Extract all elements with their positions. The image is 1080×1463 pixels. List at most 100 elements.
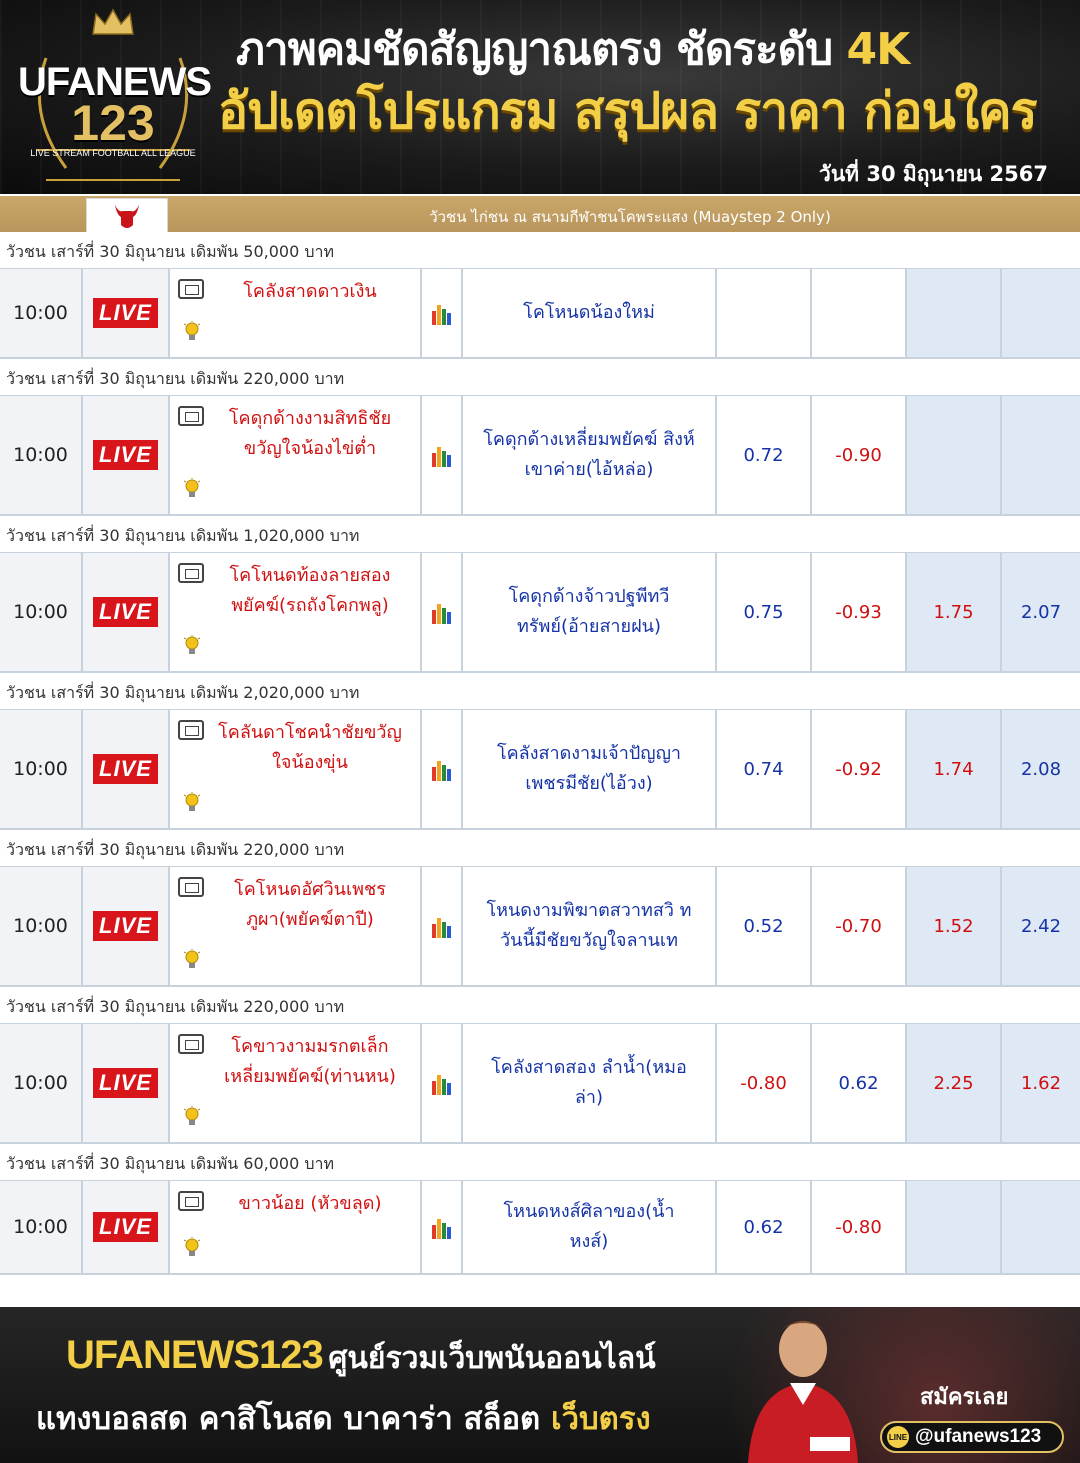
home-team-name[interactable]: โคโหนดท้องลายสอง พยัคฆ์(รถถังโคกพลู) (206, 561, 414, 621)
stats-button[interactable] (422, 553, 463, 671)
live-badge[interactable]: LIVE (93, 597, 158, 627)
live-badge[interactable]: LIVE (93, 754, 158, 784)
home-team-cell: โคโหนดท้องลายสอง พยัคฆ์(รถถังโคกพลู) (170, 553, 422, 671)
odds-cell-4[interactable] (1002, 269, 1080, 357)
odds-cell-2[interactable]: -0.70 (812, 867, 907, 985)
live-button[interactable]: LIVE (83, 1181, 170, 1273)
home-team-name[interactable]: โคขาวงามมรกตเล็ก เหลี่ยมพยัคฆ์(ท่านหน) (206, 1032, 414, 1092)
match-row[interactable]: 10:00 LIVE โคขาวงามมรกตเล็ก เหลี่ยมพยัคฆ์(… (0, 1024, 1080, 1144)
live-badge[interactable]: LIVE (93, 911, 158, 941)
away-team-name[interactable]: โคลังสาดสอง ลำน้ำ(หมอล่า) (463, 1024, 717, 1142)
match-row[interactable]: 10:00 LIVE โคดุกด้างงามสิทธิชัย ขวัญใจน้อง… (0, 396, 1080, 516)
match-time: 10:00 (0, 1024, 83, 1142)
live-badge[interactable]: LIVE (93, 1212, 158, 1242)
signup-button[interactable]: สมัครเลย (920, 1379, 1008, 1414)
home-team-name[interactable]: โคลันดาโชคนำชัยขวัญ ใจน้องขุ่น (206, 718, 414, 778)
live-button[interactable]: LIVE (83, 269, 170, 357)
odds-cell-2[interactable]: 0.62 (812, 1024, 907, 1142)
away-team-name[interactable]: โหนดหงส์ศิลาของ(น้ำ หงส์) (463, 1181, 717, 1273)
stats-button[interactable] (422, 867, 463, 985)
ufanews-logo[interactable]: UFANEWS 123 LIVE STREAM FOOTBALL ALL LEA… (18, 8, 212, 186)
match-time: 10:00 (0, 867, 83, 985)
tv-icon[interactable] (178, 1191, 204, 1211)
stats-button[interactable] (422, 710, 463, 828)
odds-cell-4[interactable]: 2.07 (1002, 553, 1080, 671)
match-time: 10:00 (0, 553, 83, 671)
odds-cell-3[interactable] (907, 396, 1002, 514)
tv-icon[interactable] (178, 720, 204, 740)
odds-cell-4[interactable] (1002, 396, 1080, 514)
match-list: วัวชน เสาร์ที่ 30 มิถุนายน เดิมพัน 50,00… (0, 232, 1080, 1275)
home-team-name[interactable]: โคดุกด้างงามสิทธิชัย ขวัญใจน้องไข่ต่ำ (206, 404, 414, 464)
odds-cell-4[interactable]: 2.42 (1002, 867, 1080, 985)
section-label: วัวชน เสาร์ที่ 30 มิถุนายน เดิมพัน 1,020… (0, 516, 1080, 553)
odds-cell-4[interactable]: 2.08 (1002, 710, 1080, 828)
odds-cell-1[interactable]: 0.72 (717, 396, 812, 514)
away-team-name[interactable]: โคดุกด้างจ้าวปฐพีทวี ทรัพย์(อ้ายสายฝน) (463, 553, 717, 671)
odds-cell-3[interactable]: 1.74 (907, 710, 1002, 828)
away-team-name[interactable]: โคโหนดน้องใหม่ (463, 269, 717, 357)
stats-button[interactable] (422, 396, 463, 514)
lightbulb-icon (183, 321, 201, 340)
odds-cell-1[interactable]: 0.74 (717, 710, 812, 828)
live-button[interactable]: LIVE (83, 710, 170, 828)
odds-cell-4[interactable]: 1.62 (1002, 1024, 1080, 1142)
match-row[interactable]: 10:00 LIVE โคลังสาดดาวเงิน โคโหนดน้องใหม่ (0, 269, 1080, 359)
odds-cell-2[interactable]: -0.93 (812, 553, 907, 671)
bull-head-icon (115, 205, 139, 228)
line-id-button[interactable]: LINE @ufanews123 (880, 1421, 1064, 1453)
line-id-text: @ufanews123 (915, 1426, 1042, 1447)
odds-cell-3[interactable]: 2.25 (907, 1024, 1002, 1142)
league-header: วัวชน ไก่ชน ณ สนามกีฬาชนโคพระแสง (Muayst… (0, 194, 1080, 234)
away-team-name[interactable]: โหนดงามพิฆาตสวาทสวิ ทวันนี้มีชัยขวัญใจลา… (463, 867, 717, 985)
odds-cell-3[interactable]: 1.52 (907, 867, 1002, 985)
stats-button[interactable] (422, 1181, 463, 1273)
odds-cell-1[interactable]: 0.52 (717, 867, 812, 985)
live-button[interactable]: LIVE (83, 867, 170, 985)
tv-icon[interactable] (178, 279, 204, 299)
odds-cell-3[interactable] (907, 269, 1002, 357)
live-button[interactable]: LIVE (83, 396, 170, 514)
odds-cell-1[interactable]: 0.62 (717, 1181, 812, 1273)
match-row[interactable]: 10:00 LIVE ขาวน้อย (หัวขลุด) โหนดหงส์ศิลาขอ… (0, 1181, 1080, 1275)
live-badge[interactable]: LIVE (93, 1068, 158, 1098)
odds-cell-1[interactable]: -0.80 (717, 1024, 812, 1142)
home-team-name[interactable]: โคลังสาดดาวเงิน (206, 277, 414, 307)
bar-chart-icon (431, 305, 451, 325)
away-team-name[interactable]: โคลังสาดงามเจ้าปัญญา เพชรมีชัย(ไอ้วง) (463, 710, 717, 828)
odds-cell-4[interactable] (1002, 1181, 1080, 1273)
tv-icon[interactable] (178, 563, 204, 583)
odds-cell-2[interactable]: -0.92 (812, 710, 907, 828)
match-row[interactable]: 10:00 LIVE โคโหนดท้องลายสอง พยัคฆ์(รถถังโค… (0, 553, 1080, 673)
odds-cell-2[interactable]: -0.90 (812, 396, 907, 514)
odds-cell-3[interactable]: 1.75 (907, 553, 1002, 671)
section-label: วัวชน เสาร์ที่ 30 มิถุนายน เดิมพัน 220,0… (0, 359, 1080, 396)
stats-button[interactable] (422, 269, 463, 357)
odds-cell-2[interactable]: -0.80 (812, 1181, 907, 1273)
odds-cell-1[interactable] (717, 269, 812, 357)
odds-cell-3[interactable] (907, 1181, 1002, 1273)
odds-cell-2[interactable] (812, 269, 907, 357)
match-row[interactable]: 10:00 LIVE โคลันดาโชคนำชัยขวัญ ใจน้องขุ่น โ… (0, 710, 1080, 830)
tv-icon[interactable] (178, 1034, 204, 1054)
logo-tagline: LIVE STREAM FOOTBALL ALL LEAGUE (30, 148, 196, 158)
odds-cell-1[interactable]: 0.75 (717, 553, 812, 671)
live-button[interactable]: LIVE (83, 1024, 170, 1142)
headline-4k: 4K (846, 24, 911, 75)
live-badge[interactable]: LIVE (93, 440, 158, 470)
tv-icon[interactable] (178, 406, 204, 426)
home-team-name[interactable]: โคโหนดอัศวินเพชร ภูผา(พยัคฆ์ตาปี) (206, 875, 414, 935)
stats-button[interactable] (422, 1024, 463, 1142)
home-team-name[interactable]: ขาวน้อย (หัวขลุด) (206, 1189, 414, 1219)
match-row[interactable]: 10:00 LIVE โคโหนดอัศวินเพชร ภูผา(พยัคฆ์ตาป… (0, 867, 1080, 987)
away-team-name[interactable]: โคดุกด้างเหลี่ยมพยัคฆ์ สิงห์เขาค่าย(ไอ้ห… (463, 396, 717, 514)
live-badge[interactable]: LIVE (93, 298, 158, 328)
tv-icon[interactable] (178, 877, 204, 897)
match-time: 10:00 (0, 710, 83, 828)
header-date: วันที่ 30 มิถุนายน 2567 (819, 162, 1048, 186)
footer-tagline: ศูนย์รวมเว็บพนันออนไลน์ (328, 1341, 656, 1376)
live-button[interactable]: LIVE (83, 553, 170, 671)
bar-chart-icon (431, 761, 451, 781)
headline-line2: อัปเดตโปรแกรม สรุปผล ราคา ก่อนใคร (218, 82, 1037, 140)
home-team-cell: โคลังสาดดาวเงิน (170, 269, 422, 357)
